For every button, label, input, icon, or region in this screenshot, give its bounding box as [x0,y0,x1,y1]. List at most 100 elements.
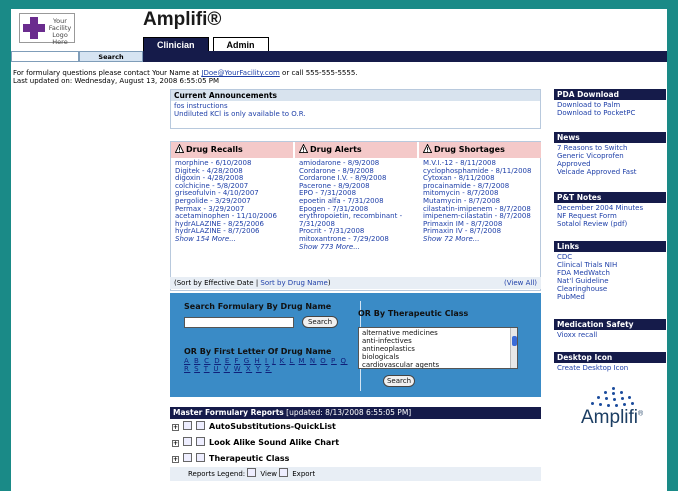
pt-notes-panel: P&T Notes December 2004 Minutes NF Reque… [554,192,666,229]
letter-link[interactable]: K [280,357,286,365]
links-panel: Links CDC Clinical Trials NIH FDA MedWat… [554,241,666,302]
letter-link[interactable]: D [214,357,221,365]
class-option[interactable]: cardiovascular agents [362,361,514,368]
view-icon[interactable] [183,453,192,462]
report-name: Look Alike Sound Alike Chart [209,438,340,447]
show-more-alerts-link[interactable]: Show 773 More... [299,243,360,251]
news-link[interactable]: Approved [557,160,591,168]
warning-icon [299,144,308,153]
reports-updated: [updated: 8/13/2008 6:55:05 PM] [283,408,412,417]
letter-link[interactable]: R [184,365,190,373]
announcement-link[interactable]: Undiluted KCl is only available to O.R. [174,110,306,118]
search-by-class-button[interactable]: Search [383,375,415,387]
cross-icon [23,17,45,39]
contact-notice: For formulary questions please contact Y… [13,69,358,85]
letter-link[interactable]: S [194,365,200,373]
news-link[interactable]: Velcade Approved Fast [557,168,636,176]
letter-link[interactable]: O [320,357,327,365]
pt-note-link[interactable]: Sotalol Review (pdf) [557,220,627,228]
master-reports-panel: Master Formulary Reports [updated: 8/13/… [170,407,541,481]
logo-text: Your Facility Logo Here [48,17,72,46]
amplifi-logo: Amplifi® [581,385,655,435]
letter-link[interactable]: H [254,357,261,365]
letter-link[interactable]: N [310,357,317,365]
pt-notes-title: P&T Notes [554,192,666,203]
letter-link[interactable]: Y [256,365,262,373]
expand-icon[interactable]: + [172,456,179,463]
letter-link[interactable]: L [289,357,294,365]
download-pocketpc-link[interactable]: Download to PocketPC [557,109,635,117]
export-icon[interactable] [196,421,205,430]
letter-link[interactable]: B [194,357,200,365]
letter-link[interactable]: V [224,365,230,373]
drug-notices-panel: Drug Recalls morphine - 6/10/2008 Digite… [170,141,541,291]
external-link[interactable]: Nat'l Guideline [557,277,609,285]
external-link[interactable]: Clinical Trials NIH [557,261,617,269]
view-icon[interactable] [183,437,192,446]
desktop-icon-title: Desktop Icon [554,352,666,363]
therapeutic-class-list[interactable]: alternative medicines anti-infectives an… [358,327,518,369]
pt-note-link[interactable]: NF Request Form [557,212,617,220]
export-icon[interactable] [196,453,205,462]
create-desktop-icon-link[interactable]: Create Desktop Icon [557,364,628,372]
drug-name-input[interactable] [184,317,294,328]
external-link[interactable]: CDC [557,253,572,261]
contact-email-link[interactable]: JDoe@YourFacility.com [201,69,279,77]
search-by-name-button[interactable]: Search [302,316,338,328]
letter-link[interactable]: Q [341,357,348,365]
news-link[interactable]: 7 Reasons to Switch [557,144,627,152]
external-link[interactable]: PubMed [557,293,585,301]
pt-note-link[interactable]: December 2004 Minutes [557,204,643,212]
view-icon[interactable] [183,421,192,430]
class-option[interactable]: anti-infectives [362,337,514,345]
list-scrollbar[interactable] [510,328,517,368]
sort-bar: (Sort by Effective Date | Sort by Drug N… [170,277,541,289]
report-row[interactable]: + Therapeutic Class [170,451,541,467]
letter-link[interactable]: W [234,365,242,373]
sort-by-drug-name-link[interactable]: Sort by Drug Name [260,279,327,287]
report-row[interactable]: + AutoSubstitutions-QuickList [170,419,541,435]
letter-link[interactable]: E [225,357,231,365]
expand-icon[interactable]: + [172,440,179,447]
letter-link[interactable]: T [204,365,210,373]
facility-logo: Your Facility Logo Here [19,13,75,46]
desktop-icon-panel: Desktop Icon Create Desktop Icon [554,352,666,373]
warning-icon [175,144,184,153]
tab-admin[interactable]: Admin [212,37,269,51]
news-link[interactable]: Generic Vicoprofen [557,152,624,160]
letter-link[interactable]: X [246,365,252,373]
letter-link[interactable]: G [244,357,251,365]
letter-link[interactable]: M [299,357,307,365]
letter-link[interactable]: J [272,357,276,365]
tab-clinician[interactable]: Clinician [143,37,209,51]
links-title: Links [554,241,666,252]
report-row[interactable]: + Look Alike Sound Alike Chart [170,435,541,451]
safety-link[interactable]: Vioxx recall [557,331,597,339]
reports-title: Master Formulary Reports [173,408,284,417]
amplifi-wordmark: Amplifi® [581,407,644,428]
export-icon[interactable] [196,437,205,446]
external-link[interactable]: Clearinghouse [557,285,607,293]
view-all-link[interactable]: (View All) [504,279,537,287]
letter-link[interactable]: C [204,357,210,365]
formulary-search-panel: Search Formulary By Drug Name Search OR … [170,293,541,397]
class-option[interactable]: alternative medicines [362,329,514,337]
letter-link[interactable]: A [184,357,190,365]
letter-link[interactable]: Z [265,365,271,373]
letter-link[interactable]: F [235,357,241,365]
drug-search-input[interactable] [11,51,79,62]
letter-link[interactable]: P [331,357,337,365]
search-button[interactable]: Search [79,51,143,62]
class-option[interactable]: biologicals [362,353,514,361]
letter-link[interactable]: I [265,357,269,365]
show-more-shortages-link[interactable]: Show 72 More... [423,235,479,243]
pda-title: PDA Download [554,89,666,100]
letter-link[interactable]: U [213,365,220,373]
class-option[interactable]: antineoplastics [362,345,514,353]
show-more-recalls-link[interactable]: Show 154 More... [175,235,236,243]
external-link[interactable]: FDA MedWatch [557,269,610,277]
app-title: Amplifi® [143,9,222,30]
announcement-link[interactable]: fos instructions [174,102,228,110]
expand-icon[interactable]: + [172,424,179,431]
download-palm-link[interactable]: Download to Palm [557,101,620,109]
